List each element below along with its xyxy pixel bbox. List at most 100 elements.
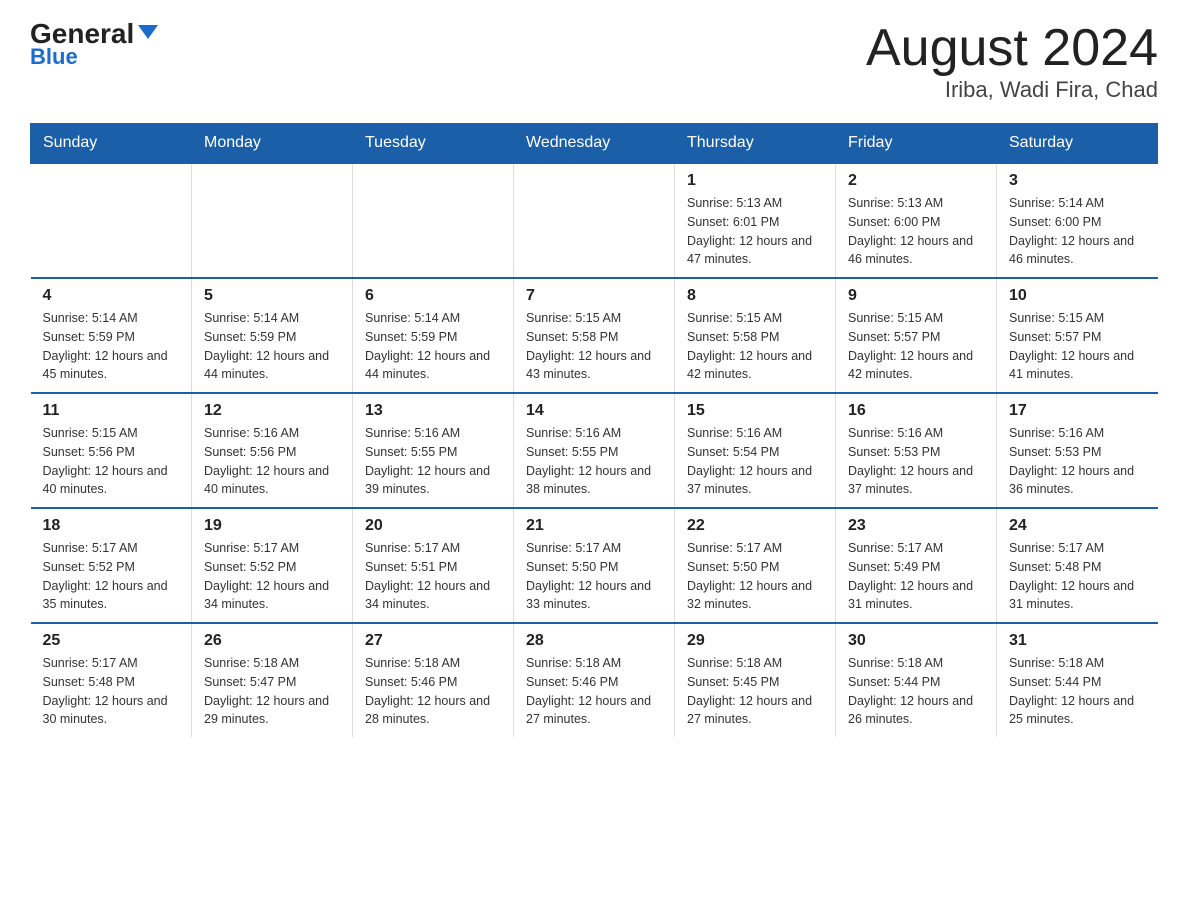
page-title: August 2024 [866, 20, 1158, 77]
calendar-cell: 11Sunrise: 5:15 AM Sunset: 5:56 PM Dayli… [31, 393, 192, 508]
day-number: 1 [687, 172, 823, 190]
calendar-cell: 4 Sunrise: 5:14 AM Sunset: 5:59 PM Daylig… [31, 278, 192, 393]
sun-info: Sunrise: 5:17 AM Sunset: 5:52 PM Dayligh… [204, 539, 340, 614]
day-number: 25 [43, 632, 180, 650]
sun-info: Sunrise: 5:18 AM Sunset: 5:44 PM Dayligh… [848, 654, 984, 729]
sun-info: Sunrise: 5:17 AM Sunset: 5:50 PM Dayligh… [526, 539, 662, 614]
calendar-cell: 15 Sunrise: 5:16 AM Sunset: 5:54 PM Dayli… [675, 393, 836, 508]
day-of-week-header: Tuesday [353, 124, 514, 164]
day-number: 14 [526, 402, 662, 420]
calendar-cell: 3 Sunrise: 5:14 AM Sunset: 6:00 PM Daylig… [997, 163, 1158, 278]
day-number: 28 [526, 632, 662, 650]
calendar-week-row: 18 Sunrise: 5:17 AM Sunset: 5:52 PM Dayli… [31, 508, 1158, 623]
sun-info: Sunrise: 5:17 AM Sunset: 5:48 PM Dayligh… [43, 654, 180, 729]
sun-info: Sunrise: 5:18 AM Sunset: 5:46 PM Dayligh… [526, 654, 662, 729]
calendar-cell: 18 Sunrise: 5:17 AM Sunset: 5:52 PM Dayli… [31, 508, 192, 623]
day-number: 21 [526, 517, 662, 535]
day-number: 20 [365, 517, 501, 535]
day-number: 6 [365, 287, 501, 305]
sun-info: Sunrise: 5:16 AM Sunset: 5:53 PM Dayligh… [848, 424, 984, 499]
calendar-cell: 31 Sunrise: 5:18 AM Sunset: 5:44 PM Dayli… [997, 623, 1158, 737]
calendar-cell: 19 Sunrise: 5:17 AM Sunset: 5:52 PM Dayli… [192, 508, 353, 623]
sun-info: Sunrise: 5:16 AM Sunset: 5:53 PM Dayligh… [1009, 424, 1146, 499]
day-number: 29 [687, 632, 823, 650]
day-number: 24 [1009, 517, 1146, 535]
calendar-cell: 28 Sunrise: 5:18 AM Sunset: 5:46 PM Dayli… [514, 623, 675, 737]
sun-info: Sunrise: 5:17 AM Sunset: 5:49 PM Dayligh… [848, 539, 984, 614]
day-number: 9 [848, 287, 984, 305]
day-number: 15 [687, 402, 823, 420]
day-number: 8 [687, 287, 823, 305]
calendar-cell: 20 Sunrise: 5:17 AM Sunset: 5:51 PM Dayli… [353, 508, 514, 623]
sun-info: Sunrise: 5:16 AM Sunset: 5:55 PM Dayligh… [365, 424, 501, 499]
calendar-week-row: 11Sunrise: 5:15 AM Sunset: 5:56 PM Dayli… [31, 393, 1158, 508]
day-number: 27 [365, 632, 501, 650]
page-header: General Blue August 2024 Iriba, Wadi Fir… [30, 20, 1158, 103]
logo-blue: Blue [30, 44, 78, 70]
sun-info: Sunrise: 5:15 AM Sunset: 5:57 PM Dayligh… [848, 309, 984, 384]
calendar-cell: 9 Sunrise: 5:15 AM Sunset: 5:57 PM Daylig… [836, 278, 997, 393]
day-number: 30 [848, 632, 984, 650]
day-of-week-header: Wednesday [514, 124, 675, 164]
calendar-cell: 8 Sunrise: 5:15 AM Sunset: 5:58 PM Daylig… [675, 278, 836, 393]
calendar-cell: 27Sunrise: 5:18 AM Sunset: 5:46 PM Dayli… [353, 623, 514, 737]
day-number: 5 [204, 287, 340, 305]
day-number: 22 [687, 517, 823, 535]
calendar-cell: 13 Sunrise: 5:16 AM Sunset: 5:55 PM Dayli… [353, 393, 514, 508]
sun-info: Sunrise: 5:17 AM Sunset: 5:50 PM Dayligh… [687, 539, 823, 614]
sun-info: Sunrise: 5:18 AM Sunset: 5:45 PM Dayligh… [687, 654, 823, 729]
sun-info: Sunrise: 5:18 AM Sunset: 5:44 PM Dayligh… [1009, 654, 1146, 729]
page-subtitle: Iriba, Wadi Fira, Chad [866, 77, 1158, 103]
calendar-cell: 10Sunrise: 5:15 AM Sunset: 5:57 PM Dayli… [997, 278, 1158, 393]
day-number: 19 [204, 517, 340, 535]
day-of-week-header: Friday [836, 124, 997, 164]
sun-info: Sunrise: 5:17 AM Sunset: 5:52 PM Dayligh… [43, 539, 180, 614]
sun-info: Sunrise: 5:14 AM Sunset: 5:59 PM Dayligh… [43, 309, 180, 384]
sun-info: Sunrise: 5:13 AM Sunset: 6:01 PM Dayligh… [687, 194, 823, 269]
calendar-cell: 26Sunrise: 5:18 AM Sunset: 5:47 PM Dayli… [192, 623, 353, 737]
sun-info: Sunrise: 5:16 AM Sunset: 5:56 PM Dayligh… [204, 424, 340, 499]
calendar-cell: 12 Sunrise: 5:16 AM Sunset: 5:56 PM Dayli… [192, 393, 353, 508]
sun-info: Sunrise: 5:15 AM Sunset: 5:58 PM Dayligh… [526, 309, 662, 384]
day-number: 3 [1009, 172, 1146, 190]
day-number: 13 [365, 402, 501, 420]
sun-info: Sunrise: 5:16 AM Sunset: 5:55 PM Dayligh… [526, 424, 662, 499]
day-number: 31 [1009, 632, 1146, 650]
calendar-cell [353, 163, 514, 278]
day-number: 26 [204, 632, 340, 650]
calendar-cell: 5 Sunrise: 5:14 AM Sunset: 5:59 PM Daylig… [192, 278, 353, 393]
logo-triangle-icon [138, 25, 158, 39]
sun-info: Sunrise: 5:14 AM Sunset: 5:59 PM Dayligh… [365, 309, 501, 384]
sun-info: Sunrise: 5:13 AM Sunset: 6:00 PM Dayligh… [848, 194, 984, 269]
day-of-week-header: Saturday [997, 124, 1158, 164]
calendar-cell: 7 Sunrise: 5:15 AM Sunset: 5:58 PM Daylig… [514, 278, 675, 393]
calendar-week-row: 25 Sunrise: 5:17 AM Sunset: 5:48 PM Dayli… [31, 623, 1158, 737]
calendar-cell: 22 Sunrise: 5:17 AM Sunset: 5:50 PM Dayli… [675, 508, 836, 623]
calendar-cell: 17 Sunrise: 5:16 AM Sunset: 5:53 PM Dayli… [997, 393, 1158, 508]
title-area: August 2024 Iriba, Wadi Fira, Chad [866, 20, 1158, 103]
calendar-header-row: SundayMondayTuesdayWednesdayThursdayFrid… [31, 124, 1158, 164]
calendar-week-row: 4 Sunrise: 5:14 AM Sunset: 5:59 PM Daylig… [31, 278, 1158, 393]
calendar-cell [31, 163, 192, 278]
day-of-week-header: Monday [192, 124, 353, 164]
sun-info: Sunrise: 5:14 AM Sunset: 5:59 PM Dayligh… [204, 309, 340, 384]
calendar-cell: 16 Sunrise: 5:16 AM Sunset: 5:53 PM Dayli… [836, 393, 997, 508]
sun-info: Sunrise: 5:15 AM Sunset: 5:58 PM Dayligh… [687, 309, 823, 384]
calendar-cell: 14 Sunrise: 5:16 AM Sunset: 5:55 PM Dayli… [514, 393, 675, 508]
sun-info: Sunrise: 5:16 AM Sunset: 5:54 PM Dayligh… [687, 424, 823, 499]
day-number: 12 [204, 402, 340, 420]
calendar-cell: 24Sunrise: 5:17 AM Sunset: 5:48 PM Dayli… [997, 508, 1158, 623]
calendar-cell: 23 Sunrise: 5:17 AM Sunset: 5:49 PM Dayli… [836, 508, 997, 623]
sun-info: Sunrise: 5:14 AM Sunset: 6:00 PM Dayligh… [1009, 194, 1146, 269]
day-of-week-header: Thursday [675, 124, 836, 164]
sun-info: Sunrise: 5:17 AM Sunset: 5:51 PM Dayligh… [365, 539, 501, 614]
calendar-cell [192, 163, 353, 278]
day-number: 23 [848, 517, 984, 535]
day-of-week-header: Sunday [31, 124, 192, 164]
day-number: 17 [1009, 402, 1146, 420]
day-number: 18 [43, 517, 180, 535]
calendar-cell: 1 Sunrise: 5:13 AM Sunset: 6:01 PM Daylig… [675, 163, 836, 278]
day-number: 4 [43, 287, 180, 305]
day-number: 16 [848, 402, 984, 420]
day-number: 7 [526, 287, 662, 305]
